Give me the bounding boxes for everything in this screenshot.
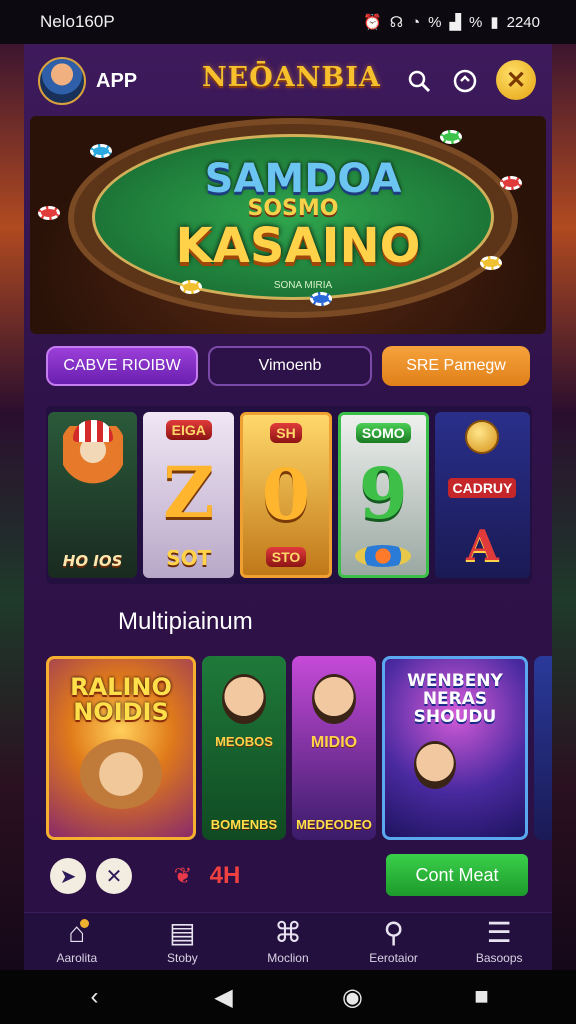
- status-bar: Nelo160P ⏰ ☊ ◔ % ▟ % ▮ 2240: [0, 0, 576, 44]
- wallet-icon: ▤: [169, 916, 196, 948]
- reel-2-tag: EIGA: [165, 420, 212, 440]
- reel-5-badge: CADRUY: [448, 477, 517, 498]
- reel-1-label: HO IOS: [62, 552, 123, 570]
- alarm-icon: ⏰: [363, 14, 382, 31]
- status-icons: ⏰ ☊ ◔ % ▟ % ▮ 2240: [363, 13, 540, 32]
- reel-5-symbol: A: [466, 521, 499, 570]
- chip-icon: [440, 130, 462, 144]
- game-card-3[interactable]: MIDIO MEDEODEO: [292, 656, 376, 840]
- banner-subtext: SONA MIRIA: [273, 280, 333, 291]
- home-icon: ⌂: [68, 916, 90, 948]
- signal-text-2: %: [469, 13, 483, 31]
- pill-button-3[interactable]: SRE Pamegw: [382, 346, 530, 386]
- game-card-1[interactable]: RALINO NOIDIS: [46, 656, 196, 840]
- coin-icon: [465, 420, 500, 454]
- home-circle-icon[interactable]: ◉: [333, 983, 373, 1012]
- character-portrait-icon: [312, 674, 356, 724]
- signal-text: %: [428, 13, 442, 31]
- nav-label: Basoops: [475, 950, 523, 965]
- game-card-5-partial[interactable]: [534, 656, 552, 840]
- app-header: APP NEŌANBIA ✕: [24, 44, 552, 118]
- action-row: ➤ ✕ ❦ 4H Cont Meat: [46, 854, 552, 898]
- header-label: APP: [96, 69, 138, 92]
- game-card-4-title: WENBENY NERAS SHOUDU: [407, 671, 503, 727]
- send-icon[interactable]: ➤: [50, 858, 86, 894]
- close-icon[interactable]: ✕: [496, 60, 536, 100]
- clock: 2240: [506, 13, 540, 31]
- system-nav-bar: ‹ ◀ ◉ ■: [0, 970, 576, 1024]
- nav-item-menu[interactable]: ☰ Basoops: [449, 913, 549, 970]
- reel-2-symbol: Z: [163, 451, 215, 534]
- refresh-icon[interactable]: [448, 64, 482, 98]
- nav-label: Stoby: [167, 950, 198, 965]
- recents-square-icon[interactable]: ■: [462, 983, 502, 1011]
- fox-mascot-icon: [62, 420, 123, 506]
- slot-machine[interactable]: HO IOS EIGA Z SOT SH 0 STO SOMO 9 CADRUY…: [46, 406, 532, 584]
- continue-button[interactable]: Cont Meat: [386, 854, 528, 896]
- game-card-2[interactable]: MEOBOS BOMENBS: [202, 656, 286, 840]
- app-panel: APP NEŌANBIA ✕ SAMDOA SOSMO KASAINO SONA…: [24, 44, 552, 970]
- gift-icon: ⌘: [273, 916, 302, 948]
- headset-icon: ☊: [389, 14, 404, 31]
- game-card-4[interactable]: WENBENY NERAS SHOUDU: [382, 656, 528, 840]
- bottom-nav: ⌂ Aarolita ▤ Stoby ⌘ Moclion ⚲ Eerotaior…: [24, 912, 552, 970]
- back-chevron-icon[interactable]: ‹: [75, 983, 115, 1011]
- filter-pills: CABVE RIOIBW Vimoenb SRE Pamegw: [46, 346, 530, 386]
- back-triangle-icon[interactable]: ◀: [204, 983, 244, 1012]
- eye-icon: [355, 545, 412, 567]
- avatar[interactable]: [38, 57, 86, 105]
- game-carousel: RALINO NOIDIS MEOBOS BOMENBS MIDIO MEDEO…: [46, 656, 552, 842]
- game-card-2-title: MEOBOS: [215, 734, 273, 749]
- nav-label: Moclion: [267, 950, 309, 965]
- search-icon[interactable]: [402, 64, 436, 98]
- host-portrait-icon: [414, 740, 456, 789]
- game-card-3-title: MIDIO: [310, 734, 358, 751]
- chip-icon: [310, 292, 332, 306]
- signal-icon: ▟: [449, 14, 462, 31]
- nav-item-home[interactable]: ⌂ Aarolita: [27, 913, 127, 970]
- nav-item-search[interactable]: ⚲ Eerotaior: [344, 913, 444, 970]
- carrier-text: Nelo160P: [40, 12, 115, 31]
- nav-label: Aarolita: [56, 950, 98, 965]
- reel-2-label: SOT: [166, 546, 212, 570]
- reel-3: SH 0 STO: [240, 412, 332, 578]
- reel-3-symbol: 0: [261, 453, 311, 536]
- reel-3-tag: SH: [270, 423, 302, 443]
- brand-logo: NEŌANBIA: [202, 62, 381, 93]
- deco-badge: 4H: [209, 862, 241, 889]
- menu-icon: ☰: [486, 916, 512, 948]
- wifi-icon: ◔: [411, 13, 421, 31]
- reel-4-symbol: 9: [358, 452, 408, 535]
- banner-title-line3: KASAINO: [175, 218, 421, 274]
- battery-icon: ▮: [490, 14, 499, 31]
- nav-item-gift[interactable]: ⌘ Moclion: [238, 913, 338, 970]
- character-portrait-icon: [222, 674, 266, 724]
- reel-5: CADRUY A: [434, 412, 530, 578]
- search-person-icon: ⚲: [383, 916, 404, 948]
- nav-item-wallet[interactable]: ▤ Stoby: [132, 913, 232, 970]
- reel-1: HO IOS: [48, 412, 138, 578]
- game-card-1-title: RALINO NOIDIS: [70, 673, 172, 727]
- bear-mascot-icon: [80, 739, 162, 810]
- reel-2: EIGA Z SOT: [143, 412, 235, 578]
- reel-4: SOMO 9: [337, 412, 429, 578]
- game-card-2-caption: BOMENBS: [210, 817, 278, 832]
- section-title: Multipiainum: [118, 608, 253, 635]
- game-card-3-caption: MEDEODEO: [296, 817, 372, 832]
- nav-label: Eerotaior: [369, 950, 418, 965]
- tools-icon[interactable]: ✕: [96, 858, 132, 894]
- cherry-icon: ❦: [173, 863, 193, 888]
- pill-button-1[interactable]: CABVE RIOIBW: [46, 346, 198, 386]
- pill-button-2[interactable]: Vimoenb: [208, 346, 372, 386]
- reel-4-tag: SOMO: [355, 423, 411, 443]
- hero-banner[interactable]: SAMDOA SOSMO KASAINO SONA MIRIA: [30, 116, 546, 334]
- reel-3-label: STO: [265, 547, 307, 567]
